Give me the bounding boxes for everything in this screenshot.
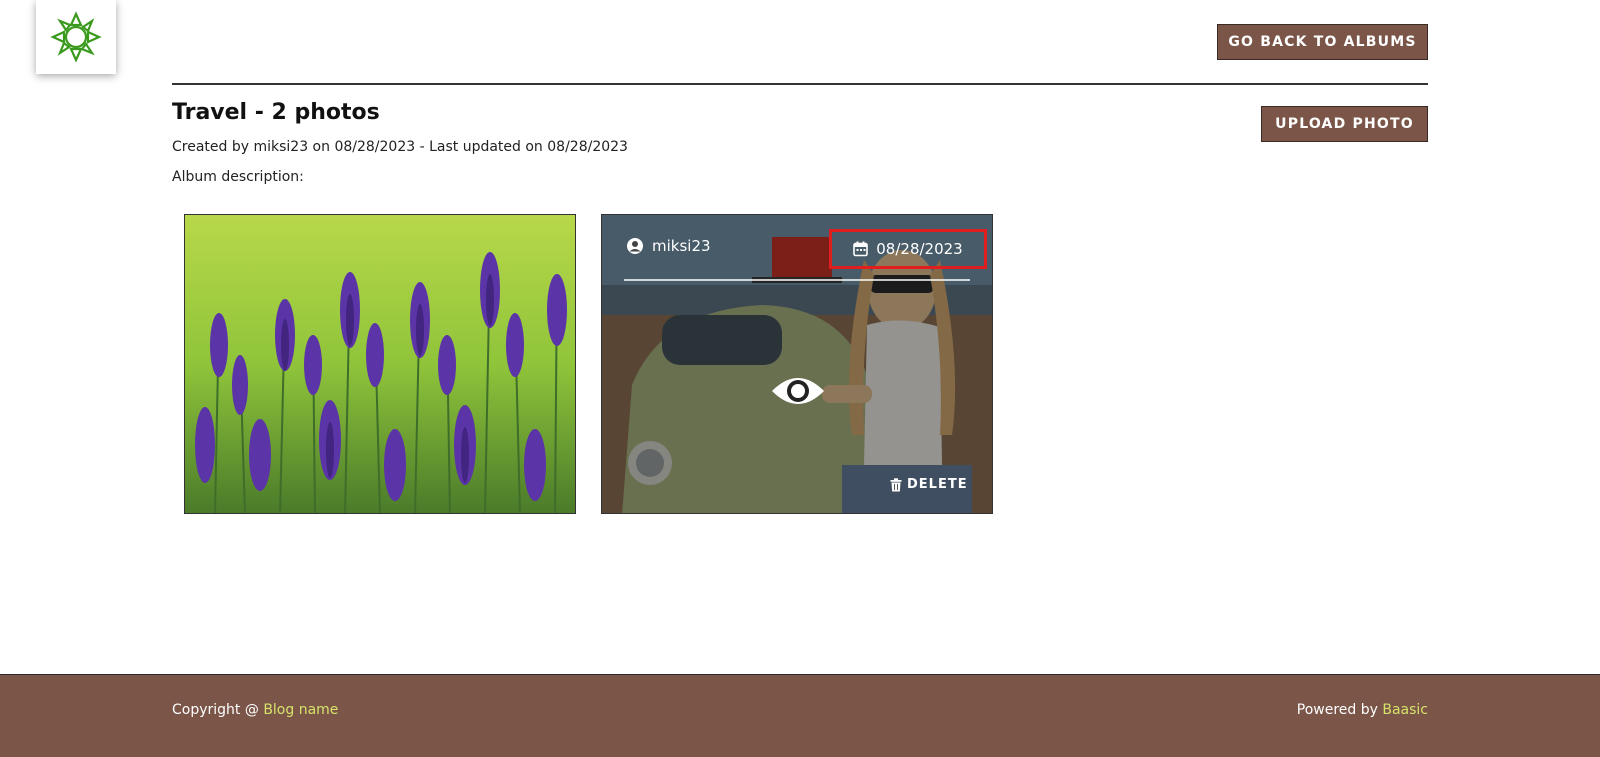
album-title: Travel - 2 photos <box>172 100 380 125</box>
powered-by-prefix: Powered by <box>1296 702 1383 718</box>
footer-powered-by: Powered by Baasic <box>1297 702 1428 718</box>
eye-icon <box>772 378 824 404</box>
copyright-prefix: Copyright @ <box>172 702 264 718</box>
photo-author-name: miksi23 <box>652 237 711 255</box>
photo-hover-overlay: miksi23 08/28/2023 DELETE <box>602 215 992 513</box>
photo-lavender <box>185 215 575 513</box>
footer: Copyright @ Blog name Powered by Baasic <box>0 674 1600 757</box>
upload-photo-button[interactable]: UPLOAD PHOTO <box>1261 106 1428 142</box>
trash-icon <box>890 477 902 491</box>
site-logo[interactable] <box>36 0 116 74</box>
view-photo-button[interactable] <box>770 371 826 415</box>
user-circle-icon <box>627 238 643 254</box>
photo-date: 08/28/2023 <box>829 229 987 269</box>
delete-label: DELETE <box>907 477 968 492</box>
calendar-icon <box>853 241 869 257</box>
sun-logo-icon <box>50 11 102 63</box>
blog-name-link[interactable]: Blog name <box>263 702 338 718</box>
photo-card-lavender[interactable] <box>184 214 576 514</box>
delete-photo-button[interactable]: DELETE <box>890 477 968 492</box>
album-meta: Created by miksi23 on 08/28/2023 - Last … <box>172 139 628 155</box>
photo-author: miksi23 <box>626 237 711 255</box>
go-back-to-albums-button[interactable]: GO BACK TO ALBUMS <box>1217 24 1428 60</box>
header-divider <box>172 83 1428 85</box>
baasic-link[interactable]: Baasic <box>1382 702 1428 718</box>
photo-card-travel[interactable]: miksi23 08/28/2023 DELETE <box>601 214 993 514</box>
footer-copyright: Copyright @ Blog name <box>172 702 338 718</box>
photo-date-value: 08/28/2023 <box>876 240 963 258</box>
album-description-label: Album description: <box>172 169 304 185</box>
overlay-divider <box>624 279 970 281</box>
